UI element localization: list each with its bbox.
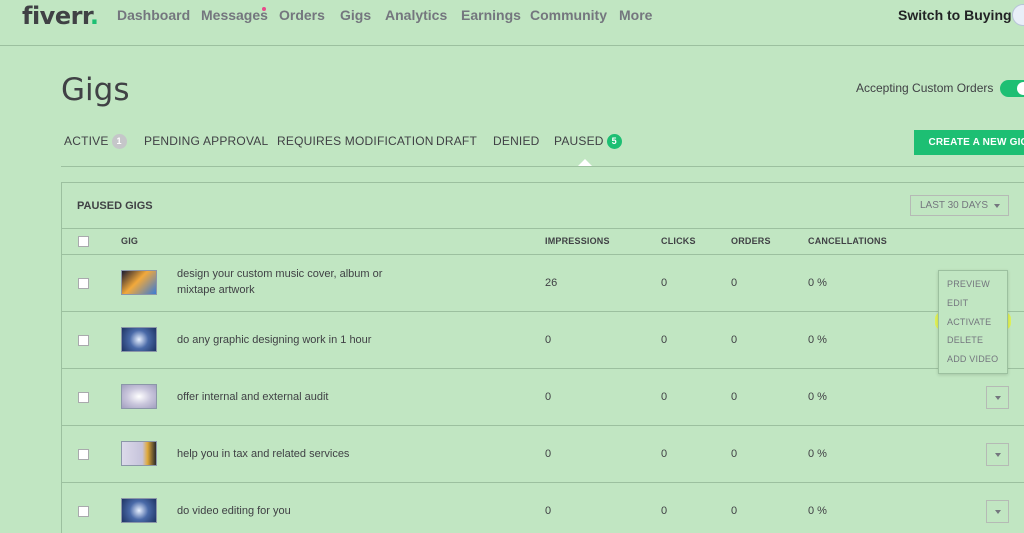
avatar[interactable]	[1012, 4, 1024, 26]
clicks-value: 0	[661, 277, 668, 289]
toggle-knob	[1017, 82, 1024, 95]
panel-title: PAUSED GIGS	[77, 200, 153, 212]
nav-more[interactable]: More	[619, 7, 652, 23]
chevron-down-icon	[995, 510, 1001, 514]
table-row[interactable]: help you in tax and related services 0 0…	[62, 426, 1024, 483]
page-title: Gigs	[61, 72, 130, 108]
impressions-value: 0	[545, 505, 552, 517]
table-row[interactable]: do any graphic designing work in 1 hour …	[62, 312, 1024, 369]
row-actions-dropdown[interactable]	[986, 500, 1009, 523]
tab-requires-modification[interactable]: REQUIRES MODIFICATION	[277, 134, 434, 148]
column-gig: GIG	[121, 236, 139, 246]
active-count-badge: 1	[111, 134, 127, 149]
gig-title[interactable]: offer internal and external audit	[177, 389, 407, 405]
cancellations-value: 0 %	[808, 505, 827, 517]
nav-orders[interactable]: Orders	[279, 7, 325, 23]
switch-to-buying-link[interactable]: Switch to Buying	[898, 7, 1012, 23]
top-navigation: fiverr. Dashboard Messages Orders Gigs A…	[0, 0, 1024, 46]
unread-indicator	[262, 7, 266, 11]
cancellations-value: 0 %	[808, 334, 827, 346]
gig-title[interactable]: do video editing for you	[177, 503, 407, 519]
panel-header: PAUSED GIGS LAST 30 DAYS	[62, 183, 1024, 229]
tab-paused[interactable]: PAUSED 5	[554, 134, 622, 149]
row-checkbox[interactable]	[78, 278, 89, 289]
paused-gigs-panel: PAUSED GIGS LAST 30 DAYS GIG IMPRESSIONS…	[61, 182, 1024, 533]
gig-thumbnail[interactable]	[121, 498, 157, 523]
column-orders: ORDERS	[731, 236, 771, 246]
gig-thumbnail[interactable]	[121, 327, 157, 352]
clicks-value: 0	[661, 334, 668, 346]
row-checkbox[interactable]	[78, 335, 89, 346]
impressions-value: 0	[545, 448, 552, 460]
cancellations-value: 0 %	[808, 448, 827, 460]
cancellations-value: 0 %	[808, 391, 827, 403]
row-checkbox[interactable]	[78, 506, 89, 517]
gig-thumbnail[interactable]	[121, 384, 157, 409]
tab-active[interactable]: ACTIVE 1	[64, 134, 127, 149]
nav-earnings[interactable]: Earnings	[461, 7, 521, 23]
impressions-value: 26	[545, 277, 558, 289]
chevron-down-icon	[995, 396, 1001, 400]
menu-item-activate[interactable]: ACTIVATE	[947, 317, 991, 327]
select-all-checkbox[interactable]	[78, 236, 89, 247]
selected-tab-indicator	[578, 159, 592, 166]
row-checkbox[interactable]	[78, 449, 89, 460]
custom-orders-toggle[interactable]	[1000, 80, 1024, 97]
table-row[interactable]: do video editing for you 0 0 0 0 %	[62, 483, 1024, 533]
clicks-value: 0	[661, 448, 668, 460]
orders-value: 0	[731, 505, 738, 517]
gig-title[interactable]: design your custom music cover, album or…	[177, 266, 397, 298]
tab-denied[interactable]: DENIED	[493, 134, 540, 148]
column-clicks: CLICKS	[661, 236, 696, 246]
row-actions-dropdown[interactable]	[986, 443, 1009, 466]
nav-community[interactable]: Community	[530, 7, 607, 23]
tab-pending-approval[interactable]: PENDING APPROVAL	[144, 134, 268, 148]
menu-item-add-video[interactable]: ADD VIDEO	[947, 354, 998, 364]
gig-thumbnail[interactable]	[121, 270, 157, 295]
impressions-value: 0	[545, 391, 552, 403]
impressions-value: 0	[545, 334, 552, 346]
nav-analytics[interactable]: Analytics	[385, 7, 447, 23]
table-header: GIG IMPRESSIONS CLICKS ORDERS CANCELLATI…	[62, 229, 1024, 255]
tab-draft[interactable]: DRAFT	[436, 134, 477, 148]
gig-thumbnail[interactable]	[121, 441, 157, 466]
paused-count-badge: 5	[606, 134, 622, 149]
gig-title[interactable]: do any graphic designing work in 1 hour	[177, 332, 407, 348]
column-impressions: IMPRESSIONS	[545, 236, 610, 246]
gig-title[interactable]: help you in tax and related services	[177, 446, 407, 462]
tabs-divider	[61, 166, 1024, 167]
fiverr-logo[interactable]: fiverr.	[22, 2, 99, 30]
chevron-down-icon	[994, 204, 1000, 208]
orders-value: 0	[731, 334, 738, 346]
clicks-value: 0	[661, 505, 668, 517]
menu-item-delete[interactable]: DELETE	[947, 335, 983, 345]
date-range-select[interactable]: LAST 30 DAYS	[910, 195, 1009, 216]
menu-item-edit[interactable]: EDIT	[947, 298, 968, 308]
cancellations-value: 0 %	[808, 277, 827, 289]
clicks-value: 0	[661, 391, 668, 403]
chevron-down-icon	[995, 453, 1001, 457]
custom-orders-label: Accepting Custom Orders	[856, 81, 994, 95]
create-new-gig-button[interactable]: CREATE A NEW GIG	[914, 130, 1024, 155]
table-row[interactable]: offer internal and external audit 0 0 0 …	[62, 369, 1024, 426]
orders-value: 0	[731, 277, 738, 289]
nav-dashboard[interactable]: Dashboard	[117, 7, 190, 23]
gig-actions-menu: PREVIEW EDIT ACTIVATE DELETE ADD VIDEO	[938, 270, 1008, 374]
nav-gigs[interactable]: Gigs	[340, 7, 371, 23]
row-actions-dropdown[interactable]	[986, 386, 1009, 409]
orders-value: 0	[731, 391, 738, 403]
table-row[interactable]: design your custom music cover, album or…	[62, 255, 1024, 312]
nav-messages[interactable]: Messages	[201, 7, 268, 23]
column-cancellations: CANCELLATIONS	[808, 236, 887, 246]
orders-value: 0	[731, 448, 738, 460]
row-checkbox[interactable]	[78, 392, 89, 403]
menu-item-preview[interactable]: PREVIEW	[947, 279, 990, 289]
